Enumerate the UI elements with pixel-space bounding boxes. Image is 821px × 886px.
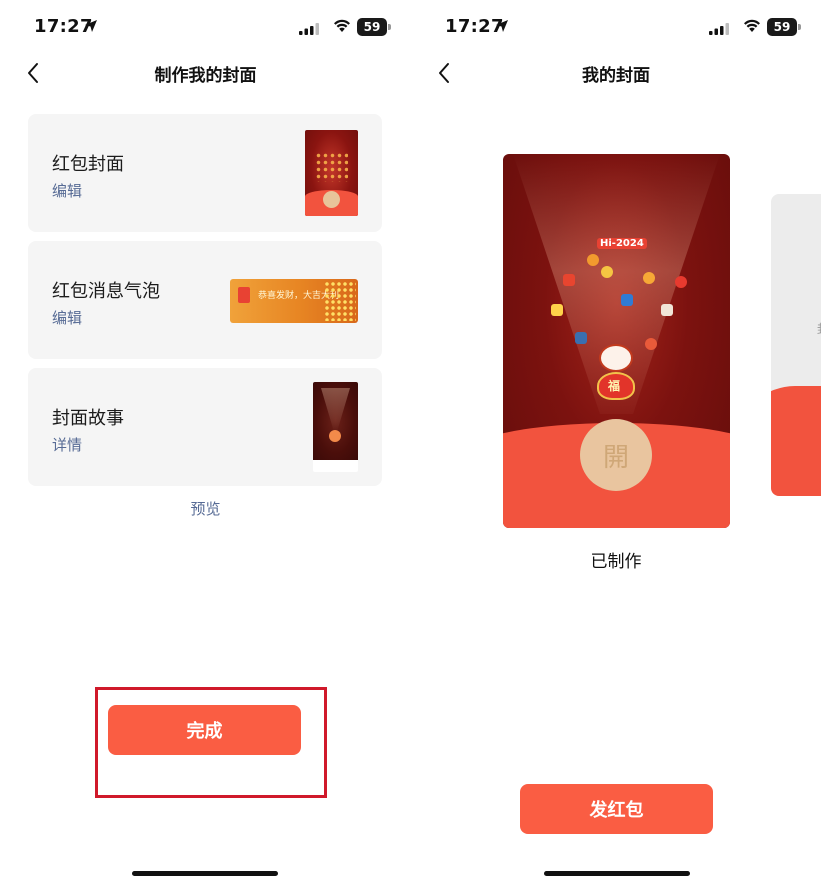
dragon-illustration: 福 xyxy=(591,344,641,402)
card-story[interactable]: 封面故事 详情 xyxy=(28,368,382,486)
card-cover[interactable]: 红包封面 编辑 xyxy=(28,114,382,232)
bubble-thumbnail: 恭喜发财，大吉大利 xyxy=(230,279,358,323)
made-status-label: 已制作 xyxy=(590,552,642,572)
battery-icon: 59 xyxy=(767,18,801,36)
card-story-title: 封面故事 xyxy=(52,408,124,429)
location-arrow-icon xyxy=(495,18,509,37)
battery-level: 59 xyxy=(357,18,387,36)
year-badge: Hi-2024 xyxy=(597,238,647,249)
card-bubble-title: 红包消息气泡 xyxy=(52,281,160,302)
my-cover-screen: 17:27 59 我的封面 Hi-2024 福 開 已制作 发红包 xyxy=(411,0,821,886)
wifi-icon xyxy=(333,18,351,37)
fu-character: 福 xyxy=(608,379,621,393)
next-card-peek-text: 封 xyxy=(817,320,821,337)
edit-cover-link[interactable]: 编辑 xyxy=(52,180,82,201)
card-bubble[interactable]: 红包消息气泡 编辑 恭喜发财，大吉大利 xyxy=(28,241,382,359)
cellular-signal-icon xyxy=(299,20,319,39)
make-cover-screen: 17:27 59 制作我的封面 红包封面 编辑 红包消息气泡 编辑 恭喜发财，大… xyxy=(0,0,411,886)
open-seal-char: 開 xyxy=(602,442,629,473)
envelope-icon xyxy=(238,287,250,303)
home-indicator[interactable] xyxy=(132,871,278,876)
battery-icon: 59 xyxy=(357,18,391,36)
next-cover-card[interactable]: 封 xyxy=(771,194,821,496)
nav-bar: 我的封面 xyxy=(411,55,821,91)
edit-bubble-link[interactable]: 编辑 xyxy=(52,307,82,328)
battery-level: 59 xyxy=(767,18,797,36)
open-seal-button[interactable]: 開 xyxy=(580,419,652,491)
nav-bar: 制作我的封面 xyxy=(0,55,411,91)
page-title: 制作我的封面 xyxy=(154,66,257,86)
page-title: 我的封面 xyxy=(582,66,650,86)
story-thumbnail xyxy=(313,382,358,472)
preview-link[interactable]: 预览 xyxy=(0,498,411,519)
home-indicator[interactable] xyxy=(544,871,690,876)
red-packet-cover[interactable]: Hi-2024 福 開 xyxy=(503,154,730,528)
cellular-signal-icon xyxy=(709,20,729,39)
location-arrow-icon xyxy=(84,18,98,37)
card-cover-title: 红包封面 xyxy=(52,154,124,175)
wifi-icon xyxy=(743,18,761,37)
story-details-link[interactable]: 详情 xyxy=(52,434,82,455)
done-button[interactable]: 完成 xyxy=(108,705,301,755)
status-bar: 17:27 59 xyxy=(411,14,821,40)
status-bar: 17:27 59 xyxy=(0,14,411,40)
cover-thumbnail xyxy=(305,130,358,216)
send-red-packet-button[interactable]: 发红包 xyxy=(520,784,713,834)
